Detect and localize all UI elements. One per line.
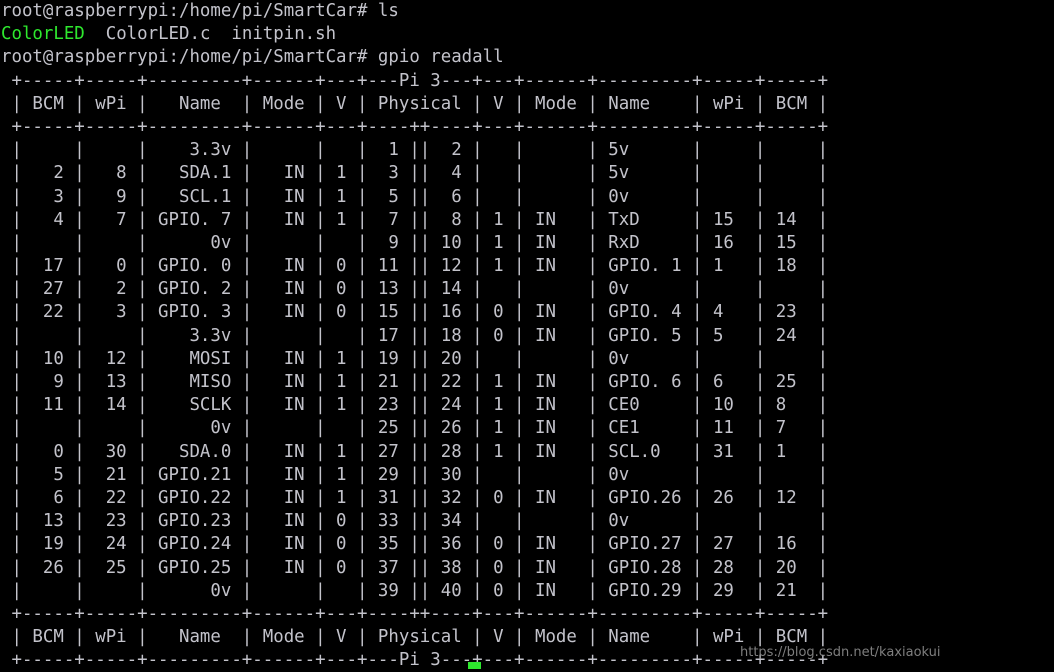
gpio-table-line: | 9 | 13 | MISO | IN | 1 | 21 || 22 | 1 … bbox=[1, 372, 829, 392]
gpio-table-line: | | | 0v | | | 25 || 26 | 1 | IN | CE1 |… bbox=[1, 418, 829, 439]
shell-command: ls bbox=[367, 1, 399, 21]
gpio-table-line: | 22 | 3 | GPIO. 3 | IN | 0 | 15 || 16 |… bbox=[1, 302, 829, 323]
gpio-table-line: | 10 | 12 | MOSI | IN | 1 | 19 || 20 | |… bbox=[1, 348, 829, 369]
ls-gap bbox=[210, 24, 231, 44]
gpio-table-line: | | | 0v | | | 39 || 40 | 0 | IN | GPIO.… bbox=[1, 580, 829, 601]
gpio-table-line: | 17 | 0 | GPIO. 0 | IN | 0 | 11 || 12 |… bbox=[1, 256, 829, 277]
command-line: root@raspberrypi:/home/pi/SmartCar# ls bbox=[0, 0, 1054, 23]
ls-gap bbox=[85, 24, 106, 44]
gpio-table-line: | 27 | 2 | GPIO. 2 | IN | 0 | 13 || 14 |… bbox=[1, 279, 829, 300]
gpio-table-line: | 6 | 22 | GPIO.22 | IN | 1 | 31 || 32 |… bbox=[1, 487, 829, 508]
ls-output-line: ColorLED ColorLED.c initpin.sh bbox=[0, 23, 1054, 46]
ls-entry: ColorLED bbox=[1, 24, 85, 45]
gpio-table-line: | 3 | 9 | SCL.1 | IN | 1 | 5 || 6 | | | … bbox=[1, 186, 829, 207]
gpio-table-line: | | | 0v | | | 9 || 10 | 1 | IN | RxD | … bbox=[1, 232, 829, 253]
gpio-table-line: | | | 3.3v | | | 17 || 18 | 0 | IN | GPI… bbox=[1, 325, 829, 346]
gpio-table-line: | 13 | 23 | GPIO.23 | IN | 0 | 33 || 34 … bbox=[1, 511, 829, 532]
gpio-table-line: | 0 | 30 | SDA.0 | IN | 1 | 27 || 28 | 1… bbox=[1, 441, 829, 462]
gpio-table-line: | 2 | 8 | SDA.1 | IN | 1 | 3 || 4 | | | … bbox=[1, 163, 829, 184]
gpio-table-line: +-----+-----+---------+------+---+----++… bbox=[1, 603, 829, 624]
gpio-table-line: | 19 | 24 | GPIO.24 | IN | 0 | 35 || 36 … bbox=[1, 534, 829, 555]
gpio-table-line: | 11 | 14 | SCLK | IN | 1 | 23 || 24 | 1… bbox=[1, 395, 829, 416]
ls-entry: initpin.sh bbox=[231, 24, 337, 45]
terminal-window[interactable]: root@raspberrypi:/home/pi/SmartCar# ls Co… bbox=[0, 0, 1054, 670]
gpio-table-line: | BCM | wPi | Name | Mode | V | Physical… bbox=[1, 93, 829, 114]
terminal-screen[interactable]: root@raspberrypi:/home/pi/SmartCar# ls Co… bbox=[0, 0, 1054, 672]
terminal-cursor bbox=[468, 662, 481, 669]
gpio-table-line: | | | 3.3v | | | 1 || 2 | | | 5v | | | bbox=[1, 140, 829, 161]
gpio-table-line: | 26 | 25 | GPIO.25 | IN | 0 | 37 || 38 … bbox=[1, 557, 829, 578]
ls-entry: ColorLED.c bbox=[105, 24, 211, 45]
shell-command: gpio readall bbox=[367, 47, 504, 68]
gpio-table-line: | 4 | 7 | GPIO. 7 | IN | 1 | 7 || 8 | 1 … bbox=[1, 209, 829, 230]
shell-prompt: root@raspberrypi:/home/pi/SmartCar# bbox=[1, 1, 368, 21]
gpio-table-line: | 5 | 21 | GPIO.21 | IN | 1 | 29 || 30 |… bbox=[1, 464, 829, 485]
shell-prompt: root@raspberrypi:/home/pi/SmartCar# bbox=[1, 47, 368, 68]
gpio-table-line: +-----+-----+---------+------+---+---Pi … bbox=[1, 70, 829, 91]
watermark-text: https://blog.csdn.net/kaxiaokui bbox=[740, 645, 941, 660]
command-line: root@raspberrypi:/home/pi/SmartCar# gpio… bbox=[0, 46, 1054, 69]
gpio-table-line: +-----+-----+---------+------+---+----++… bbox=[1, 116, 829, 137]
